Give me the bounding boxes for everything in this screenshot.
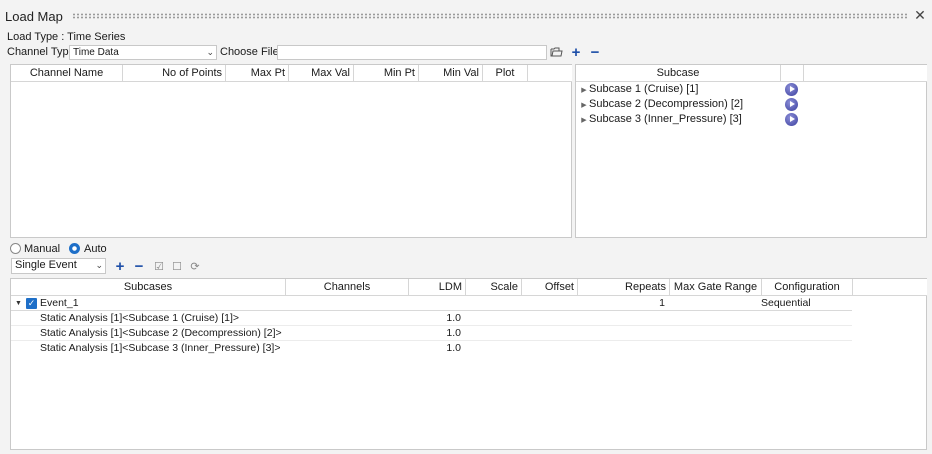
channel-table: Channel Name No of Points Max Pt Max Val… bbox=[10, 64, 572, 238]
col-empty bbox=[528, 65, 572, 82]
subcase-label: Subcase 3 (Inner_Pressure) [3] bbox=[589, 113, 742, 125]
subcase-empty-header bbox=[804, 65, 927, 82]
col-plot[interactable]: Plot bbox=[483, 65, 528, 82]
subcase-item[interactable]: ▶ Subcase 1 (Cruise) [1] bbox=[579, 82, 698, 97]
collapse-arrow-icon[interactable]: ▼ bbox=[15, 296, 22, 311]
col-no-of-points[interactable]: No of Points bbox=[123, 65, 226, 82]
col-max-pt[interactable]: Max Pt bbox=[226, 65, 289, 82]
col-channels[interactable]: Channels bbox=[286, 279, 409, 296]
col-channel-name[interactable]: Channel Name bbox=[11, 65, 123, 82]
remove-event-button[interactable]: − bbox=[133, 259, 145, 274]
table-row[interactable]: Static Analysis [1]<Subcase 3 (Inner_Pre… bbox=[11, 341, 852, 356]
play-icon[interactable] bbox=[785, 98, 798, 111]
row-subcase: Static Analysis [1]<Subcase 3 (Inner_Pre… bbox=[40, 342, 281, 354]
folder-open-icon[interactable] bbox=[550, 46, 563, 58]
subcase-header[interactable]: Subcase bbox=[576, 65, 781, 82]
subcase-panel: Subcase ▶ Subcase 1 (Cruise) [1] ▶ Subcase… bbox=[575, 64, 927, 238]
table-row[interactable]: Static Analysis [1]<Subcase 2 (Decompres… bbox=[11, 326, 852, 341]
expand-arrow-icon[interactable]: ▶ bbox=[579, 98, 589, 113]
row-ldm[interactable]: 1.0 bbox=[421, 341, 461, 356]
subcase-label: Subcase 1 (Cruise) [1] bbox=[589, 83, 699, 95]
title-grip[interactable] bbox=[72, 13, 907, 19]
row-subcase: Static Analysis [1]<Subcase 2 (Decompres… bbox=[40, 327, 282, 339]
manual-label: Manual bbox=[24, 243, 61, 255]
event-row[interactable]: ▼ ✓ Event_1 1 Sequential bbox=[11, 296, 852, 311]
chevron-down-icon: ⌄ bbox=[95, 260, 103, 270]
row-subcase: Static Analysis [1]<Subcase 1 (Cruise) [… bbox=[40, 312, 240, 324]
col-empty bbox=[853, 279, 927, 296]
col-max-val[interactable]: Max Val bbox=[289, 65, 354, 82]
add-event-button[interactable]: + bbox=[114, 259, 126, 274]
event-configuration[interactable]: Sequential bbox=[761, 296, 811, 311]
col-max-gate-range[interactable]: Max Gate Range bbox=[670, 279, 762, 296]
remove-file-button[interactable]: − bbox=[589, 45, 601, 60]
choose-file-input[interactable] bbox=[277, 45, 547, 60]
uncheck-all-icon[interactable]: ☐ bbox=[171, 261, 183, 273]
col-scale[interactable]: Scale bbox=[466, 279, 522, 296]
refresh-icon[interactable]: ⟳ bbox=[189, 261, 201, 273]
auto-label: Auto bbox=[84, 243, 107, 255]
col-repeats[interactable]: Repeats bbox=[578, 279, 670, 296]
subcase-action-header bbox=[781, 65, 804, 82]
load-type-label: Load Type : Time Series bbox=[7, 31, 126, 43]
choose-file-label: Choose File bbox=[220, 46, 279, 58]
subcase-item[interactable]: ▶ Subcase 2 (Decompression) [2] bbox=[579, 97, 743, 112]
channel-type-value: Time Data bbox=[73, 47, 119, 58]
col-subcases[interactable]: Subcases bbox=[11, 279, 286, 296]
window-title: Load Map bbox=[5, 9, 63, 24]
event-type-select[interactable]: Single Event ⌄ bbox=[11, 258, 106, 274]
col-min-pt[interactable]: Min Pt bbox=[354, 65, 419, 82]
channel-type-label: Channel Type bbox=[7, 46, 75, 58]
close-icon[interactable]: ✕ bbox=[913, 8, 927, 22]
expand-arrow-icon[interactable]: ▶ bbox=[579, 83, 589, 98]
play-icon[interactable] bbox=[785, 113, 798, 126]
event-repeats[interactable]: 1 bbox=[651, 296, 665, 311]
row-ldm[interactable]: 1.0 bbox=[421, 326, 461, 341]
row-ldm[interactable]: 1.0 bbox=[421, 311, 461, 326]
channel-type-select[interactable]: Time Data ⌄ bbox=[69, 45, 217, 60]
auto-radio[interactable] bbox=[69, 243, 80, 254]
event-table: Subcases Channels LDM Scale Offset Repea… bbox=[10, 278, 927, 450]
play-icon[interactable] bbox=[785, 83, 798, 96]
manual-radio[interactable] bbox=[10, 243, 21, 254]
col-offset[interactable]: Offset bbox=[522, 279, 578, 296]
check-all-icon[interactable]: ☑ bbox=[153, 261, 165, 273]
subcase-label: Subcase 2 (Decompression) [2] bbox=[589, 98, 744, 110]
event-name: Event_1 bbox=[40, 297, 79, 309]
subcase-item[interactable]: ▶ Subcase 3 (Inner_Pressure) [3] bbox=[579, 112, 742, 127]
expand-arrow-icon[interactable]: ▶ bbox=[579, 113, 589, 128]
col-ldm[interactable]: LDM bbox=[409, 279, 466, 296]
chevron-down-icon: ⌄ bbox=[206, 47, 214, 57]
event-checkbox[interactable]: ✓ bbox=[26, 298, 37, 309]
event-type-value: Single Event bbox=[15, 259, 77, 271]
col-configuration[interactable]: Configuration bbox=[762, 279, 853, 296]
add-file-button[interactable]: + bbox=[570, 45, 582, 60]
col-min-val[interactable]: Min Val bbox=[419, 65, 483, 82]
table-row[interactable]: Static Analysis [1]<Subcase 1 (Cruise) [… bbox=[11, 311, 852, 326]
